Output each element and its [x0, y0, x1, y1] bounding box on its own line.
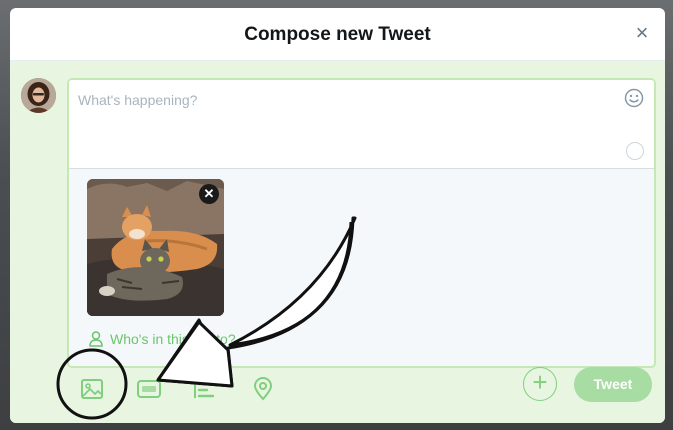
tag-people-label: Who's in this photo?: [110, 331, 236, 347]
dialog-title: Compose new Tweet: [244, 24, 431, 45]
dialog-header: Compose new Tweet ×: [10, 8, 665, 61]
tweet-input-placeholder: What's happening?: [78, 92, 198, 108]
avatar-image: [21, 78, 56, 113]
add-tweet-button[interactable]: +: [523, 367, 557, 401]
remove-photo-button[interactable]: ✕: [199, 184, 219, 204]
attached-photo[interactable]: ✕: [87, 179, 224, 316]
person-icon: [89, 331, 103, 347]
close-button[interactable]: ×: [629, 20, 655, 46]
plus-icon: +: [532, 367, 548, 397]
poll-icon[interactable]: [191, 376, 217, 402]
character-counter-icon: [626, 142, 644, 160]
tag-people-link[interactable]: Who's in this photo?: [89, 329, 236, 349]
avatar[interactable]: [21, 78, 56, 113]
location-icon[interactable]: [250, 376, 276, 402]
dialog-body: What's happening? ✕ Who's in this photo?: [10, 61, 665, 423]
close-icon: ×: [635, 20, 649, 45]
tweet-composer: What's happening? ✕ Who's in this photo?: [67, 78, 656, 368]
tweet-button[interactable]: Tweet: [574, 367, 652, 402]
smiley-icon[interactable]: [624, 88, 644, 108]
gif-icon[interactable]: [136, 376, 162, 402]
compose-dialog: Compose new Tweet × What's happening? ✕ …: [10, 8, 665, 423]
close-icon: ✕: [203, 186, 215, 201]
tweet-text-area[interactable]: What's happening?: [69, 80, 654, 169]
media-attachment-area: ✕ Who's in this photo?: [69, 169, 654, 366]
image-icon[interactable]: [79, 376, 105, 402]
